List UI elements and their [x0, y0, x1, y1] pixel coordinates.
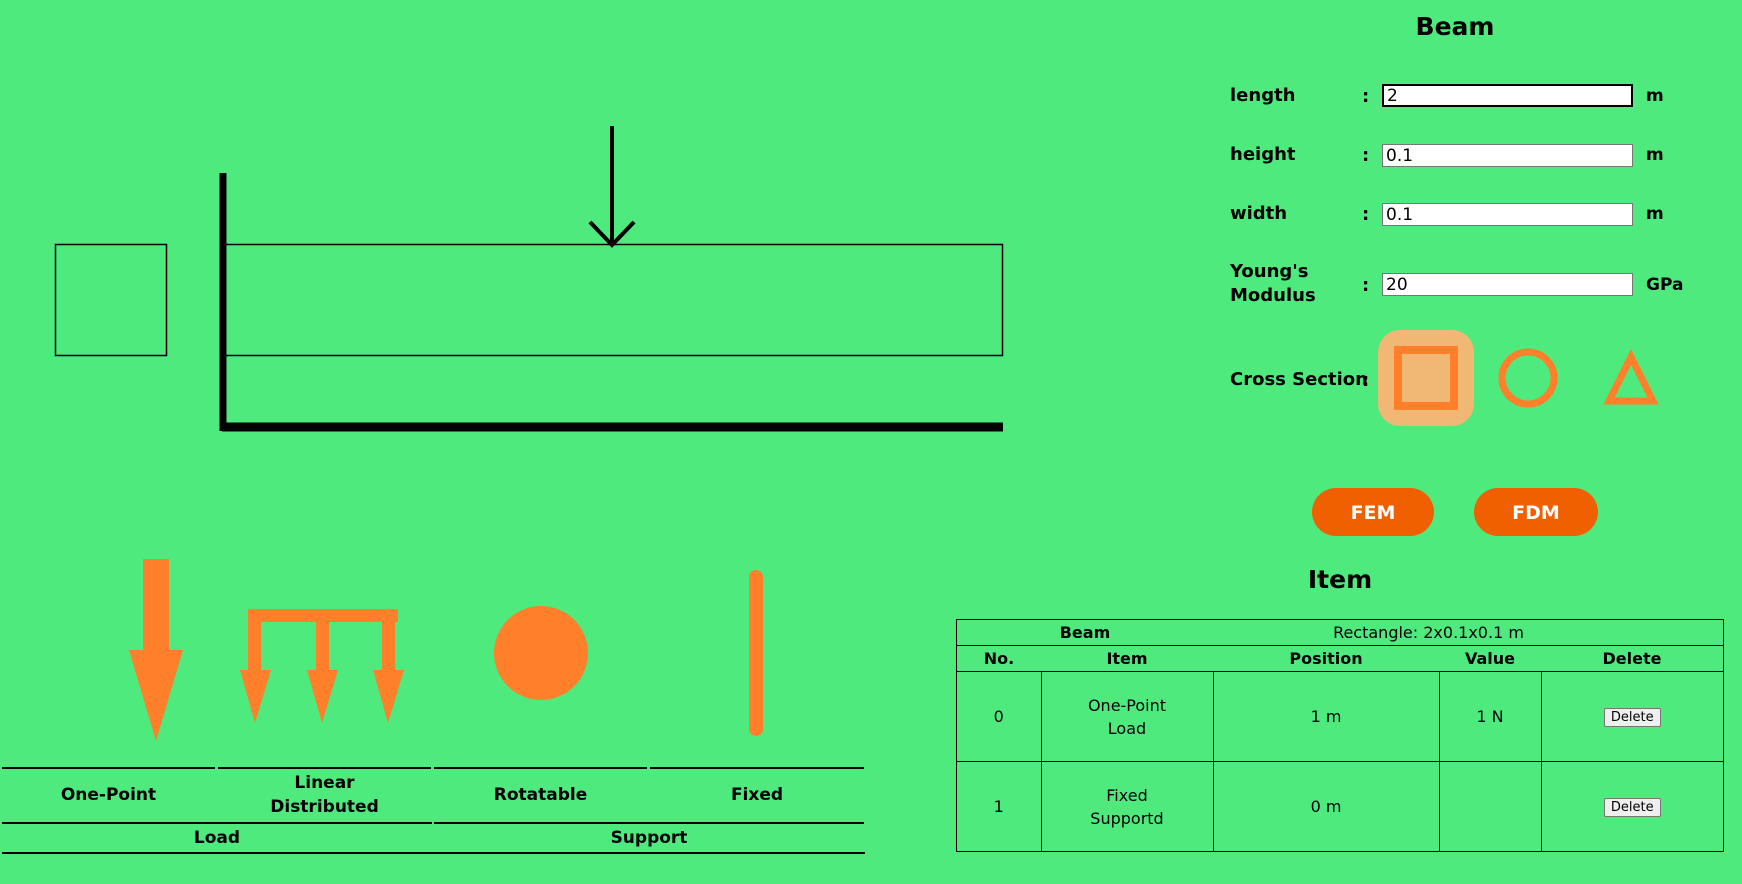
length-label: length — [1230, 85, 1296, 106]
cross-section-circle-button[interactable] — [1480, 330, 1576, 426]
item-table-header: No. Item Position Value Delete — [956, 645, 1724, 672]
palette-bottom-divider — [2, 852, 865, 854]
header-no: No. — [956, 645, 1041, 672]
length-input[interactable] — [1382, 84, 1633, 107]
header-item: Item — [1041, 645, 1213, 672]
table-row: 1 Fixed Supportd 0 m Delete — [956, 761, 1724, 852]
palette-one-point-label[interactable]: One-Point — [2, 769, 215, 821]
header-position: Position — [1213, 645, 1439, 672]
palette-linear-distributed-label[interactable]: Linear Distributed — [218, 769, 431, 821]
palette-rotatable-label[interactable]: Rotatable — [434, 769, 647, 821]
youngs-modulus-input[interactable] — [1382, 273, 1633, 296]
delete-button[interactable]: Delete — [1603, 708, 1661, 727]
row-no: 1 — [956, 761, 1042, 852]
triangle-icon — [1603, 349, 1659, 405]
palette-group-load: Load — [193, 827, 241, 848]
linear-distributed-load-icon[interactable] — [225, 545, 425, 765]
cross-section-square-button[interactable] — [1378, 330, 1474, 426]
cross-section-label: Cross Section — [1230, 369, 1368, 390]
beam-summary-value: Rectangle: 2x0.1x0.1 m — [1213, 619, 1724, 646]
row-value: 1 N — [1438, 671, 1542, 762]
row-value — [1438, 761, 1542, 852]
length-colon: : — [1362, 86, 1370, 107]
row-delete-cell: Delete — [1540, 761, 1724, 852]
cursor-square-icon — [54, 243, 168, 357]
height-label: height — [1230, 144, 1296, 165]
point-load-arrow-icon[interactable] — [588, 126, 636, 248]
table-row: 0 One-Point Load 1 m 1 N Delete — [956, 671, 1724, 762]
width-label: width — [1230, 203, 1288, 224]
fixed-support-icon[interactable] — [656, 545, 856, 765]
palette-group-support: Support — [610, 827, 688, 848]
header-value: Value — [1439, 645, 1541, 672]
row-position: 1 m — [1212, 671, 1440, 762]
beam-summary-label: Beam — [956, 619, 1213, 646]
circle-icon — [1498, 348, 1558, 408]
width-colon: : — [1362, 204, 1370, 225]
youngs-modulus-label: Young's Modulus — [1230, 261, 1316, 306]
rotatable-support-icon[interactable] — [441, 545, 641, 765]
beam-form-title: Beam — [1415, 12, 1495, 41]
cross-section-colon: : — [1362, 370, 1370, 391]
youngs-modulus-colon: : — [1362, 275, 1370, 296]
beam-canvas[interactable] — [0, 0, 1040, 470]
height-input[interactable] — [1382, 144, 1633, 167]
length-unit: m — [1646, 86, 1664, 106]
beam-summary-row: Beam Rectangle: 2x0.1x0.1 m — [956, 619, 1724, 646]
row-delete-cell: Delete — [1540, 671, 1724, 762]
cross-section-triangle-button[interactable] — [1582, 330, 1678, 426]
fem-button[interactable]: FEM — [1312, 488, 1434, 536]
beam-shape[interactable] — [221, 243, 1004, 357]
height-unit: m — [1646, 145, 1664, 165]
row-item: Fixed Supportd — [1040, 761, 1214, 852]
width-unit: m — [1646, 204, 1664, 224]
item-section-title: Item — [1307, 565, 1373, 594]
youngs-modulus-unit: GPa — [1646, 275, 1684, 295]
height-colon: : — [1362, 145, 1370, 166]
row-position: 0 m — [1212, 761, 1440, 852]
palette-fixed-label[interactable]: Fixed — [650, 769, 864, 821]
delete-button[interactable]: Delete — [1603, 798, 1661, 817]
header-delete: Delete — [1541, 645, 1724, 672]
width-input[interactable] — [1382, 203, 1633, 226]
row-item: One-Point Load — [1040, 671, 1214, 762]
row-no: 0 — [956, 671, 1042, 762]
fdm-button[interactable]: FDM — [1474, 488, 1598, 536]
square-icon — [1394, 346, 1458, 410]
item-table: Beam Rectangle: 2x0.1x0.1 m No. Item Pos… — [956, 619, 1724, 852]
